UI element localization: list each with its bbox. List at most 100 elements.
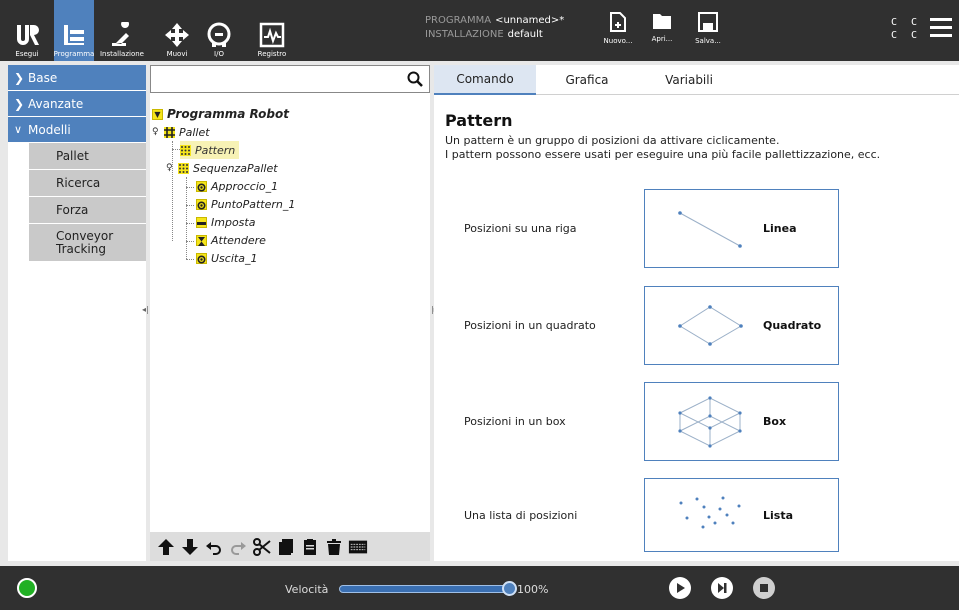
tab-io[interactable]: I/O	[202, 0, 236, 61]
pattern-row-label: Posizioni in un quadrato	[464, 319, 596, 332]
tab-grafica[interactable]: Grafica	[536, 65, 638, 95]
redo-icon[interactable]	[228, 537, 248, 557]
description-line: I pattern possono essere usati per esegu…	[445, 148, 881, 161]
program-tree-panel: ▼ Programma Robot ♀ Pallet Pattern ♀ Seq…	[150, 65, 430, 561]
tab-esegui[interactable]: Esegui	[8, 0, 46, 61]
program-name: <unnamed>*	[495, 15, 565, 26]
tab-label: Registro	[257, 50, 287, 58]
lista-button[interactable]: Lista	[644, 478, 839, 552]
chevron-right-icon: ❯	[14, 70, 25, 85]
tree-node-pattern[interactable]: Pattern	[180, 141, 240, 159]
sidebar-section-avanzate[interactable]: ❯ Avanzate	[8, 91, 146, 117]
folder-icon	[653, 14, 671, 29]
step-icon	[718, 583, 727, 593]
sidebar-item-conveyor-tracking[interactable]: Conveyor Tracking	[29, 224, 146, 262]
tree-node-pallet[interactable]: ♀ Pallet	[152, 123, 210, 141]
description-line: Un pattern è un gruppo di posizioni da a…	[445, 134, 780, 147]
waypoint-icon	[196, 252, 207, 264]
sidebar-collapse-handle[interactable]: ◂|	[142, 305, 149, 314]
tree-node-puntopattern[interactable]: PuntoPattern_1	[196, 195, 295, 213]
control-status-line: C C	[891, 17, 922, 28]
new-button[interactable]: Nuovo...	[598, 12, 638, 58]
collapse-triangle-icon[interactable]: ▼	[152, 108, 163, 120]
sidebar-item-ricerca[interactable]: Ricerca	[29, 170, 146, 197]
step-button[interactable]	[711, 577, 733, 599]
suppress-icon[interactable]	[348, 537, 368, 557]
new-file-icon	[610, 12, 626, 32]
tree-node-label: Imposta	[211, 215, 256, 229]
tab-muovi[interactable]: Muovi	[160, 0, 194, 61]
tab-comando[interactable]: Comando	[434, 65, 536, 95]
installation-name: default	[507, 29, 543, 40]
undo-icon[interactable]	[204, 537, 224, 557]
delete-icon[interactable]	[324, 537, 344, 557]
tree-node-label: Uscita_1	[211, 251, 258, 265]
pallet-icon	[164, 126, 175, 138]
tree-node-imposta[interactable]: Imposta	[196, 213, 255, 231]
speed-slider[interactable]	[339, 585, 509, 593]
paste-icon[interactable]	[300, 537, 320, 557]
sidebar-item-pallet[interactable]: Pallet	[29, 143, 146, 170]
move-up-icon[interactable]	[156, 537, 176, 557]
search-input[interactable]	[150, 65, 430, 93]
save-button[interactable]: Salva...	[688, 12, 728, 58]
tree-node-label: PuntoPattern_1	[211, 197, 296, 211]
sidebar-item-forza[interactable]: Forza	[29, 197, 146, 224]
move-down-icon[interactable]	[180, 537, 200, 557]
list-pattern-icon	[679, 496, 741, 529]
stop-button[interactable]	[753, 577, 775, 599]
robot-status-indicator[interactable]	[17, 578, 37, 598]
tree-node-label: Attendere	[211, 233, 266, 247]
tab-installazione[interactable]: Installazione	[94, 0, 150, 61]
page-title: Pattern	[445, 111, 513, 130]
cut-icon[interactable]	[252, 537, 272, 557]
open-label: Apri...	[651, 35, 673, 43]
linea-button[interactable]: Linea	[644, 189, 839, 268]
save-label: Salva...	[695, 37, 721, 45]
search-icon[interactable]	[407, 71, 423, 87]
tree-node-sequenzapallet[interactable]: ♀ SequenzaPallet	[166, 159, 278, 177]
pattern-button-label: Linea	[763, 222, 797, 235]
top-bar: Esegui Programma Installazione Muovi I/O	[0, 0, 959, 61]
section-label: Avanzate	[28, 96, 84, 111]
tree-node-attendere[interactable]: Attendere	[196, 231, 266, 249]
tab-label: Muovi	[166, 50, 188, 58]
quadrato-button[interactable]: Quadrato	[644, 286, 839, 365]
tab-variabili[interactable]: Variabili	[638, 65, 740, 95]
tab-label: Comando	[456, 72, 514, 86]
tree-node-label: Approccio_1	[211, 179, 279, 193]
tab-label: Programma	[53, 50, 95, 58]
sidebar-section-base[interactable]: ❯ Base	[8, 65, 146, 91]
tab-programma[interactable]: Programma	[54, 0, 94, 61]
expand-pin-icon[interactable]: ♀	[166, 163, 178, 173]
open-button[interactable]: Apri...	[642, 12, 682, 58]
io-icon	[207, 22, 231, 47]
tree-node-approccio[interactable]: Approccio_1	[196, 177, 278, 195]
pattern-row-label: Posizioni su una riga	[464, 222, 577, 235]
play-button[interactable]	[669, 577, 691, 599]
hourglass-icon	[196, 234, 207, 246]
tree-node-uscita[interactable]: Uscita_1	[196, 249, 257, 267]
ur-logo-icon	[17, 25, 39, 45]
tree-root[interactable]: ▼ Programma Robot	[152, 105, 289, 123]
box-button[interactable]: Box	[644, 382, 839, 461]
menu-icon[interactable]	[930, 18, 952, 40]
copy-icon[interactable]	[276, 537, 296, 557]
program-info: PROGRAMMA <unnamed>* INSTALLAZIONE default	[425, 14, 564, 42]
tree-toolbar	[150, 532, 430, 561]
tree-node-label: SequenzaPallet	[193, 161, 278, 175]
sidebar-item-label: Ricerca	[56, 176, 101, 190]
section-label: Base	[28, 70, 58, 85]
speed-slider-handle[interactable]	[501, 581, 517, 596]
waypoint-icon	[196, 198, 207, 210]
command-panel: Comando Grafica Variabili Pattern Un pat…	[434, 65, 959, 561]
expand-pin-icon[interactable]: ♀	[152, 127, 164, 137]
tab-registro[interactable]: Registro	[252, 0, 292, 61]
tab-label: Variabili	[665, 73, 713, 87]
robot-arm-icon	[112, 22, 130, 46]
sidebar-item-label: Forza	[56, 203, 89, 217]
stop-icon	[760, 584, 768, 592]
pattern-button-label: Quadrato	[763, 319, 822, 332]
move-arrows-icon	[165, 23, 189, 47]
sidebar-section-modelli[interactable]: ∨ Modelli	[8, 117, 146, 143]
